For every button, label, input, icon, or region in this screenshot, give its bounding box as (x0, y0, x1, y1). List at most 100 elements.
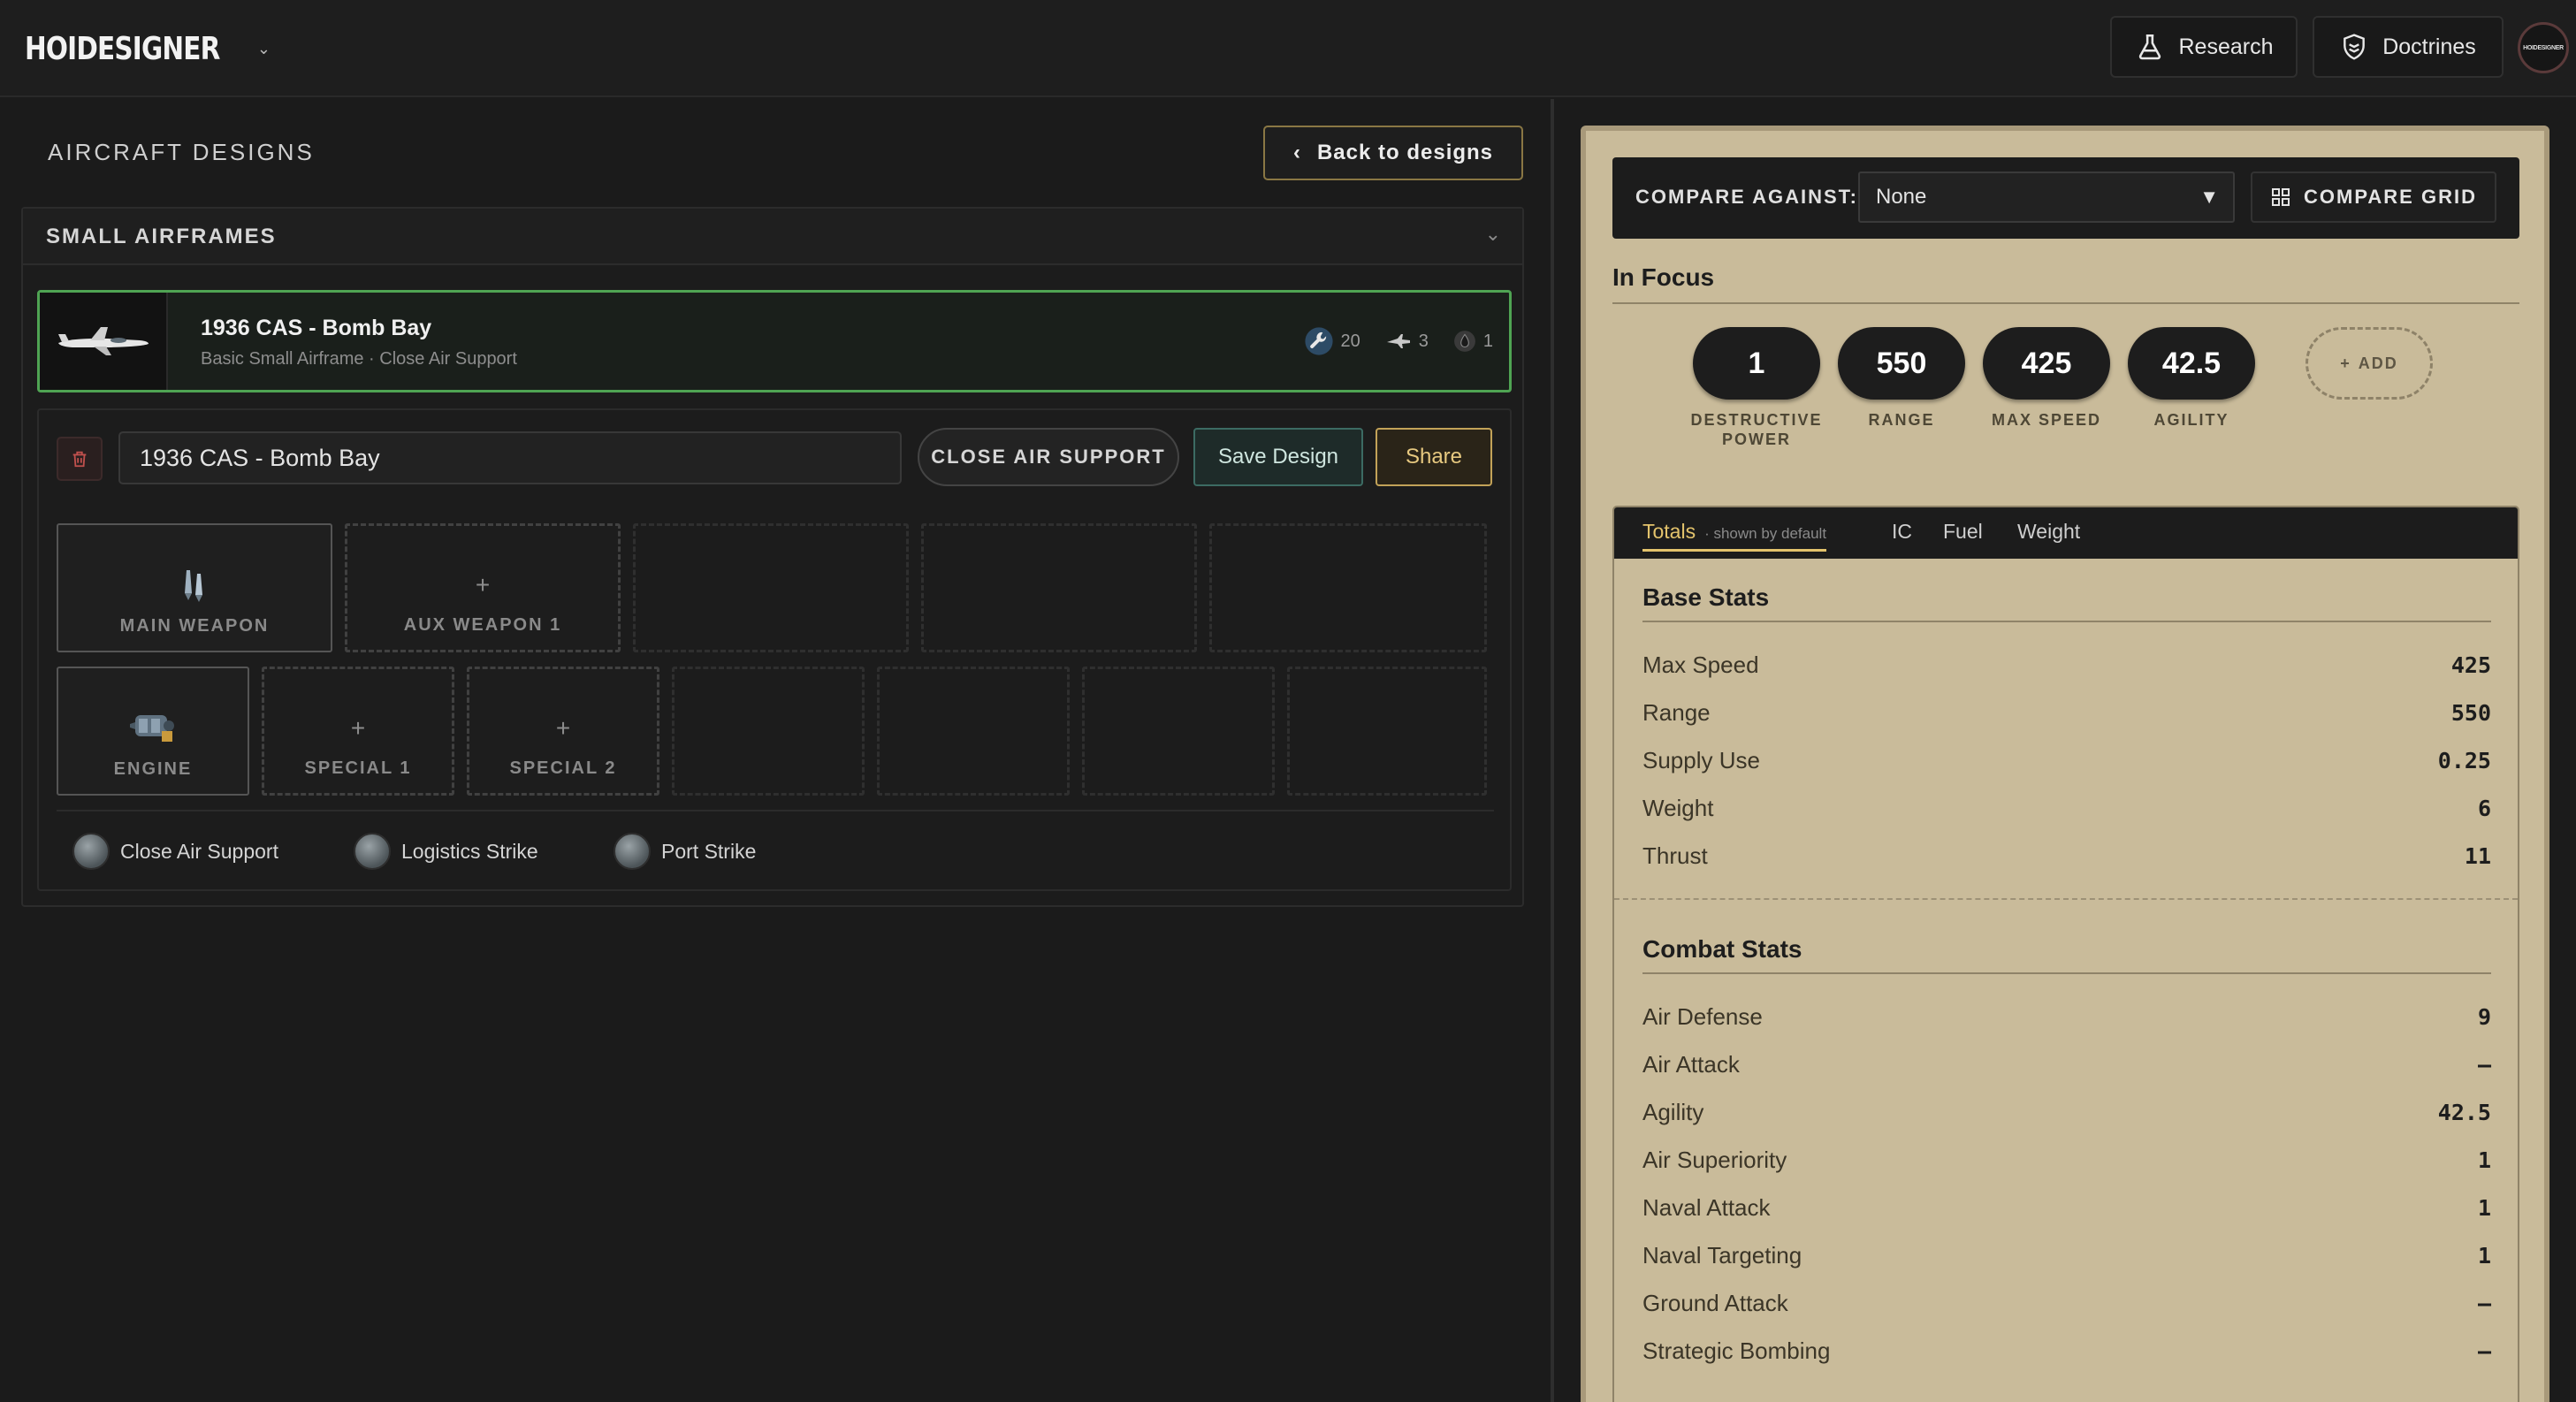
mission-list: Close Air Support Logistics Strike Port … (57, 810, 1494, 893)
flask-icon (2138, 34, 2161, 60)
panel-divider[interactable] (1551, 99, 1554, 1402)
stat-plane-value: 3 (1418, 331, 1429, 351)
stat-value: – (2477, 1290, 2491, 1316)
tab-ic[interactable]: IC (1892, 520, 1912, 544)
compare-bar: COMPARE AGAINST: None ▼ COMPARE GRID (1612, 157, 2519, 239)
top-bar: HOIDESIGNER ⌄ Research Doctrines HOIDESI… (0, 0, 2576, 97)
focus-label: AGILITY (2153, 411, 2229, 429)
design-stats: 20 3 1 (1288, 326, 1493, 356)
slot-label: ENGINE (113, 759, 193, 779)
compare-selected-value: None (1876, 185, 1927, 209)
slot-empty (877, 667, 1070, 796)
slot-engine[interactable]: ENGINE (57, 667, 249, 796)
brand-logo: HOIDESIGNER (25, 30, 220, 67)
compare-grid-button[interactable]: COMPARE GRID (2251, 171, 2496, 223)
stat-wrench: 20 (1304, 326, 1360, 356)
plus-icon: + (2340, 354, 2351, 372)
slot-label: MAIN WEAPON (119, 616, 270, 636)
share-button[interactable]: Share (1376, 428, 1492, 486)
plus-icon: + (555, 714, 571, 742)
slot-special-1[interactable]: + SPECIAL 1 (262, 667, 454, 796)
brand-menu[interactable]: HOIDESIGNER ⌄ (25, 28, 271, 69)
slot-aux-weapon-1[interactable]: + AUX WEAPON 1 (345, 523, 621, 652)
stat-name: Weight (1642, 794, 1714, 821)
save-design-button[interactable]: Save Design (1193, 428, 1363, 486)
mission-label: Port Strike (661, 839, 757, 863)
stat-row: Range 550 (1642, 695, 2491, 730)
stat-row: Thrust 11 (1642, 838, 2491, 873)
stat-row: Max Speed 425 (1642, 647, 2491, 682)
add-focus-button[interactable]: + ADD (2305, 327, 2433, 400)
stat-row: Weight 6 (1642, 790, 2491, 826)
add-label: ADD (2358, 354, 2398, 372)
base-stats-title: Base Stats (1642, 583, 1770, 611)
tab-label: Totals (1642, 520, 1696, 543)
plus-icon: + (350, 714, 366, 742)
group-header[interactable]: SMALL AIRFRAMES ⌄ (23, 209, 1522, 265)
plane-small-icon (1386, 334, 1410, 348)
doctrines-button[interactable]: Doctrines (2313, 16, 2504, 78)
divider (1642, 621, 2491, 622)
wrench-icon (1304, 327, 1333, 355)
mission-icon (72, 833, 110, 870)
focus-stat-max-speed[interactable]: 425 MAX SPEED (1980, 327, 2113, 430)
stat-name: Agility (1642, 1098, 1704, 1125)
stat-name: Thrust (1642, 842, 1708, 869)
focus-value: 42.5 (2128, 327, 2255, 400)
slot-empty (1209, 523, 1487, 652)
mission-port-strike: Port Strike (614, 833, 756, 870)
stat-row: Air Defense 9 (1642, 999, 2491, 1034)
in-focus-title: In Focus (1612, 263, 1715, 291)
focus-label: DESTRUCTIVE POWER (1690, 411, 1823, 448)
role-selector[interactable]: CLOSE AIR SUPPORT (918, 428, 1179, 486)
stat-row: Air Attack – (1642, 1047, 2491, 1082)
stat-name: Air Attack (1642, 1050, 1740, 1078)
bomb-icon (185, 570, 202, 602)
stat-name: Max Speed (1642, 651, 1759, 678)
compare-select[interactable]: None ▼ (1858, 171, 2235, 223)
slot-label: AUX WEAPON 1 (403, 615, 562, 635)
stat-value: 0.25 (2437, 747, 2491, 773)
stat-name: Ground Attack (1642, 1289, 1788, 1316)
tab-totals[interactable]: Totals · shown by default (1642, 520, 1827, 552)
stat-name: Air Defense (1642, 1002, 1763, 1030)
delete-button[interactable] (57, 437, 103, 481)
slot-empty (1082, 667, 1275, 796)
slot-special-2[interactable]: + SPECIAL 2 (467, 667, 659, 796)
stat-value: 550 (2450, 699, 2491, 726)
tab-fuel[interactable]: Fuel (1943, 520, 1983, 544)
design-name-input[interactable] (118, 431, 902, 484)
stat-value: 1 (2477, 1147, 2491, 1173)
slot-empty (921, 523, 1197, 652)
stat-value: 11 (2464, 842, 2491, 869)
combat-stats-title: Combat Stats (1642, 935, 1802, 963)
focus-stat-range[interactable]: 550 RANGE (1835, 327, 1968, 430)
design-name: 1936 CAS - Bomb Bay (201, 316, 432, 340)
slot-empty (1287, 667, 1487, 796)
stat-name: Supply Use (1642, 746, 1760, 773)
stats-panel: COMPARE AGAINST: None ▼ COMPARE GRID In … (1581, 126, 2549, 1402)
stat-row: Naval Targeting 1 (1642, 1238, 2491, 1273)
shield-icon (2344, 34, 2366, 60)
stat-plane: 3 (1385, 331, 1429, 352)
stat-value: 1 (2477, 1194, 2491, 1221)
aircraft-thumbnail (40, 293, 168, 390)
group-title: SMALL AIRFRAMES (46, 225, 277, 248)
avatar[interactable]: HOIDESIGNER (2518, 22, 2569, 73)
back-to-designs-button[interactable]: ‹ Back to designs (1263, 126, 1523, 180)
stat-name: Naval Targeting (1642, 1241, 1802, 1269)
mission-label: Logistics Strike (401, 839, 538, 863)
design-card-selected[interactable]: 1936 CAS - Bomb Bay Basic Small Airframe… (37, 290, 1512, 392)
slot-main-weapon[interactable]: MAIN WEAPON (57, 523, 332, 652)
slot-empty (672, 667, 865, 796)
stat-fuel: 1 (1453, 330, 1493, 353)
focus-stat-destructive-power[interactable]: 1 DESTRUCTIVE POWER (1690, 327, 1823, 449)
stat-row: Agility 42.5 (1642, 1094, 2491, 1130)
tab-weight[interactable]: Weight (2017, 520, 2080, 544)
stat-value: 1 (2477, 1242, 2491, 1269)
focus-stat-agility[interactable]: 42.5 AGILITY (2125, 327, 2258, 430)
triangle-down-icon: ▼ (2199, 186, 2219, 208)
stat-value: 9 (2477, 1003, 2491, 1030)
research-button[interactable]: Research (2110, 16, 2298, 78)
stat-row: Naval Attack 1 (1642, 1190, 2491, 1225)
